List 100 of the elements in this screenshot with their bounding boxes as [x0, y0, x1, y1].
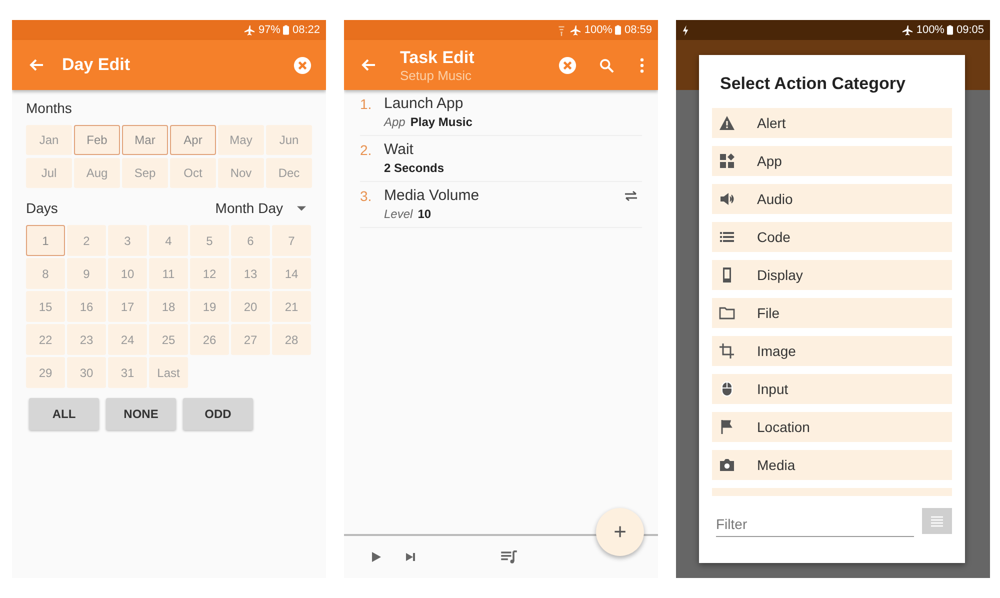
- day-toggle[interactable]: 1: [26, 225, 65, 256]
- month-toggle[interactable]: Mar: [122, 125, 168, 155]
- day-toggle[interactable]: 24: [108, 324, 147, 355]
- day-toggle[interactable]: 14: [272, 258, 311, 289]
- day-toggle[interactable]: 29: [26, 357, 65, 388]
- day-toggle[interactable]: 27: [231, 324, 270, 355]
- widgets-icon: [719, 153, 735, 169]
- day-toggle[interactable]: 31: [108, 357, 147, 388]
- action-name[interactable]: Media Volume: [384, 187, 624, 204]
- parameter-label: App: [384, 115, 406, 129]
- play-icon[interactable]: [370, 551, 382, 563]
- category-item[interactable]: Code: [712, 222, 952, 252]
- month-toggle[interactable]: Sep: [122, 158, 168, 188]
- month-toggle[interactable]: Nov: [218, 158, 264, 188]
- battery-level: 97%: [258, 24, 280, 36]
- category-item[interactable]: App: [712, 146, 952, 176]
- day-toggle[interactable]: 11: [149, 258, 188, 289]
- search-icon[interactable]: [599, 58, 614, 72]
- day-toggle[interactable]: 2: [67, 225, 106, 256]
- month-toggle[interactable]: Dec: [266, 158, 312, 188]
- month-toggle[interactable]: Jan: [26, 125, 72, 155]
- close-icon[interactable]: [293, 56, 312, 74]
- month-toggle[interactable]: Apr: [170, 125, 216, 155]
- parameter-value: 2 Seconds: [384, 161, 444, 175]
- category-item[interactable]: Image: [712, 336, 952, 366]
- dialog-title: Select Action Category: [719, 73, 906, 95]
- day-toggle[interactable]: 23: [67, 324, 106, 355]
- day-toggle[interactable]: 10: [108, 258, 147, 289]
- day-mode-dropdown[interactable]: Month Day: [215, 200, 306, 216]
- warning-icon: [719, 115, 735, 131]
- day-toggle[interactable]: 22: [26, 324, 65, 355]
- day-toggle[interactable]: 4: [149, 225, 188, 256]
- screen-title: Day Edit: [62, 55, 132, 75]
- month-toggle[interactable]: Feb: [74, 125, 120, 155]
- category-item[interactable]: Location: [712, 412, 952, 442]
- action-name[interactable]: Wait: [384, 141, 642, 158]
- add-action-button[interactable]: +: [596, 508, 644, 556]
- parameter-label: Level: [384, 207, 413, 221]
- day-toggle[interactable]: 17: [108, 291, 147, 322]
- day-toggle[interactable]: 28: [272, 324, 311, 355]
- month-toggle[interactable]: May: [218, 125, 264, 155]
- dropdown-caret-icon: [297, 206, 306, 210]
- selection-button[interactable]: ODD: [183, 398, 253, 430]
- day-toggle[interactable]: 13: [231, 258, 270, 289]
- day-toggle[interactable]: 9: [67, 258, 106, 289]
- month-toggle[interactable]: Jul: [26, 158, 72, 188]
- day-toggle[interactable]: 6: [231, 225, 270, 256]
- mouse-icon: [719, 381, 735, 397]
- action-number: 2.: [360, 142, 373, 158]
- action-name[interactable]: Launch App: [384, 95, 642, 112]
- category-item[interactable]: Display: [712, 260, 952, 290]
- battery-icon: [283, 25, 290, 35]
- day-toggle[interactable]: 30: [67, 357, 106, 388]
- parameter-value: 10: [418, 207, 432, 221]
- category-item[interactable]: Alert: [712, 108, 952, 138]
- month-toggle[interactable]: Oct: [170, 158, 216, 188]
- day-toggle[interactable]: 3: [108, 225, 147, 256]
- day-toggle[interactable]: 25: [149, 324, 188, 355]
- screen-title: Task Edit: [400, 48, 476, 68]
- folder-icon: [719, 305, 735, 321]
- category-item[interactable]: Audio: [712, 184, 952, 214]
- clock-time: 09:05: [956, 24, 984, 36]
- day-toggle[interactable]: 26: [190, 324, 229, 355]
- swap-arrows-icon[interactable]: [624, 190, 638, 200]
- close-icon[interactable]: [558, 56, 577, 74]
- day-toggle[interactable]: 7: [272, 225, 311, 256]
- day-toggle[interactable]: 8: [26, 258, 65, 289]
- playlist-icon[interactable]: [500, 550, 518, 564]
- day-toggle[interactable]: 18: [149, 291, 188, 322]
- day-toggle[interactable]: 5: [190, 225, 229, 256]
- day-toggle[interactable]: 19: [190, 291, 229, 322]
- category-item[interactable]: File: [712, 298, 952, 328]
- step-forward-icon[interactable]: [404, 551, 416, 563]
- day-toggle[interactable]: 12: [190, 258, 229, 289]
- flag-icon: [719, 419, 735, 435]
- crop-icon: [719, 343, 735, 359]
- category-item[interactable]: Media: [712, 450, 952, 480]
- day-toggle[interactable]: 15: [26, 291, 65, 322]
- task-name: Setup Music: [400, 68, 473, 82]
- filter-field[interactable]: Filter: [716, 512, 914, 537]
- back-arrow-icon[interactable]: [28, 57, 44, 73]
- back-arrow-icon[interactable]: [360, 57, 376, 73]
- camera-icon: [719, 457, 735, 473]
- section-label: Days: [26, 200, 59, 216]
- battery-icon: [947, 25, 954, 35]
- category-item[interactable]: Input: [712, 374, 952, 404]
- month-toggle[interactable]: Aug: [74, 158, 120, 188]
- airplane-icon: [244, 24, 256, 36]
- day-toggle[interactable]: 16: [67, 291, 106, 322]
- day-toggle[interactable]: 21: [272, 291, 311, 322]
- day-toggle[interactable]: 20: [231, 291, 270, 322]
- list-view-button[interactable]: [922, 508, 952, 534]
- month-toggle[interactable]: Jun: [266, 125, 312, 155]
- more-menu-icon[interactable]: [640, 58, 644, 72]
- list-icon: [930, 515, 944, 527]
- day-toggle[interactable]: Last: [149, 357, 188, 388]
- selection-button[interactable]: ALL: [29, 398, 99, 430]
- signal-icon: [556, 24, 568, 36]
- selection-button[interactable]: NONE: [106, 398, 176, 430]
- speaker-icon: [719, 191, 735, 207]
